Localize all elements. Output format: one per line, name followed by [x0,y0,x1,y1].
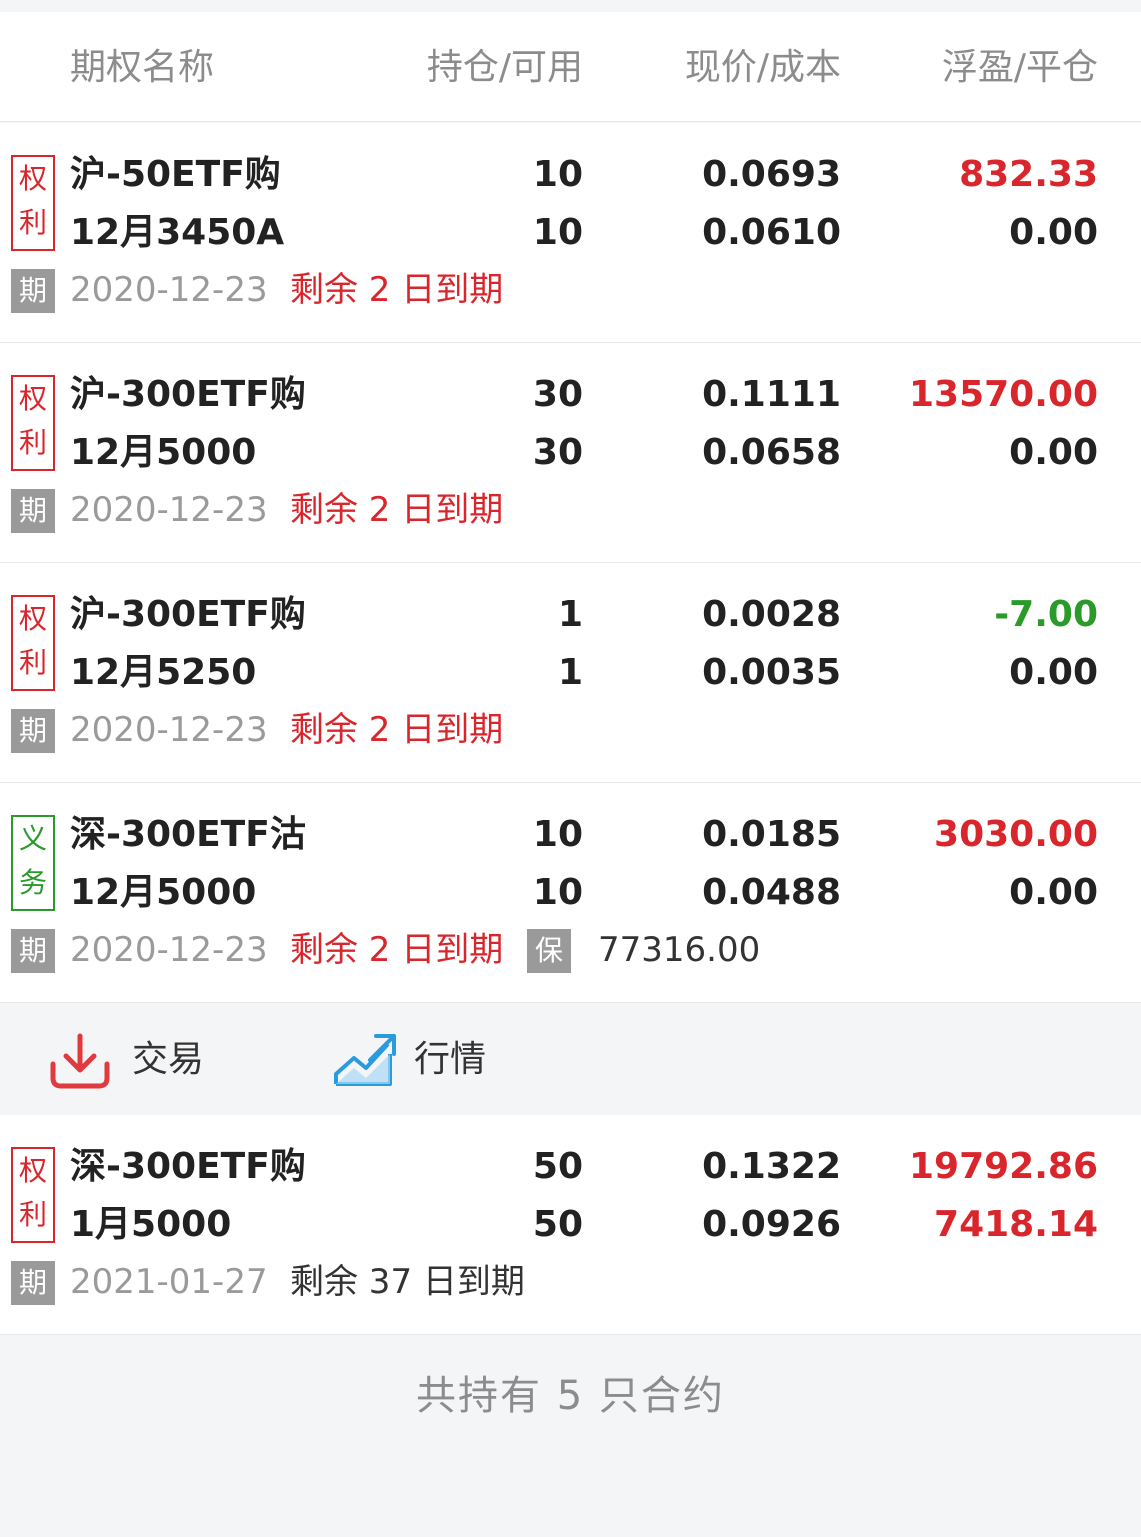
days-remaining: 剩余 2 日到期 [290,930,504,970]
days-remaining: 剩余 2 日到期 [290,270,504,310]
days-remaining: 剩余 37 日到期 [290,1262,525,1302]
expiry-tag: 期 [11,489,55,533]
right-badge: 权利 [11,1147,55,1243]
margin-tag: 保 [527,929,571,973]
quote-label: 行情 [414,1039,487,1080]
days-remaining: 剩余 2 日到期 [290,490,504,530]
holding-value: 10 [532,154,583,195]
positions-page: 期权名称 持仓/可用 现价/成本 浮盈/平仓 权利 沪-50ETF购 12月34… [0,0,1141,1537]
download-icon [50,1033,110,1089]
top-strip [0,0,1141,12]
floating-pnl-value: -7.00 [994,594,1098,635]
expiry-tag: 期 [11,269,55,313]
price-value: 0.0028 [702,594,841,635]
trend-chart-icon [334,1034,396,1086]
option-contract: 12月5000 [70,872,257,913]
price-value: 0.1111 [702,374,841,415]
holding-value: 50 [532,1146,583,1187]
expiry-date: 2020-12-23 [70,710,268,750]
row-action-bar: 交易 行情 [0,1005,1141,1115]
option-name: 沪-300ETF购 [70,594,306,635]
obligation-badge: 义务 [11,815,55,911]
expiry-date: 2020-12-23 [70,270,268,310]
option-contract: 12月5000 [70,432,257,473]
right-badge: 权利 [11,155,55,251]
close-pnl-value: 0.00 [1009,432,1098,473]
floating-pnl-value: 832.33 [959,154,1098,195]
cost-value: 0.0658 [702,432,841,473]
close-pnl-value: 0.00 [1009,212,1098,253]
header-name: 期权名称 [70,47,215,88]
holding-value: 10 [532,814,583,855]
position-row[interactable]: 权利 沪-300ETF购 12月5000 30 30 0.1111 0.0658… [0,343,1141,563]
right-badge: 权利 [11,595,55,691]
trade-label: 交易 [132,1039,205,1080]
option-contract: 12月3450A [70,212,285,253]
position-row[interactable]: 权利 沪-300ETF购 12月5250 1 1 0.0028 0.0035 -… [0,563,1141,783]
header-pnl: 浮盈/平仓 [941,47,1098,88]
close-pnl-value: 0.00 [1009,872,1098,913]
holdings-summary: 共持有 5 只合约 [416,1373,725,1419]
floating-pnl-value: 13570.00 [908,374,1098,415]
expiry-tag: 期 [11,929,55,973]
cost-value: 0.0926 [702,1204,841,1245]
price-value: 0.0693 [702,154,841,195]
option-contract: 1月5000 [70,1204,232,1245]
right-badge: 权利 [11,375,55,471]
option-name: 深-300ETF沽 [70,814,306,855]
floating-pnl-value: 3030.00 [934,814,1098,855]
close-pnl-value: 0.00 [1009,652,1098,693]
expiry-tag: 期 [11,709,55,753]
column-header: 期权名称 持仓/可用 现价/成本 浮盈/平仓 [0,12,1141,122]
header-price: 现价/成本 [684,47,841,88]
option-name: 深-300ETF购 [70,1146,306,1187]
price-value: 0.1322 [702,1146,841,1187]
expiry-date: 2021-01-27 [70,1262,268,1302]
option-name: 沪-50ETF购 [70,154,281,195]
option-name: 沪-300ETF购 [70,374,306,415]
cost-value: 0.0488 [702,872,841,913]
days-remaining: 剩余 2 日到期 [290,710,504,750]
position-row[interactable]: 义务 深-300ETF沽 12月5000 10 10 0.0185 0.0488… [0,783,1141,1003]
cost-value: 0.0035 [702,652,841,693]
position-row[interactable]: 权利 深-300ETF购 1月5000 50 50 0.1322 0.0926 … [0,1115,1141,1335]
close-pnl-value: 7418.14 [934,1204,1098,1245]
available-value: 30 [532,432,583,473]
option-contract: 12月5250 [70,652,257,693]
cost-value: 0.0610 [702,212,841,253]
margin-value: 77316.00 [598,930,761,970]
available-value: 10 [532,212,583,253]
price-value: 0.0185 [702,814,841,855]
available-value: 50 [532,1204,583,1245]
holding-value: 1 [557,594,583,635]
position-row[interactable]: 权利 沪-50ETF购 12月3450A 10 10 0.0693 0.0610… [0,123,1141,343]
header-position: 持仓/可用 [426,47,583,88]
expiry-date: 2020-12-23 [70,930,268,970]
floating-pnl-value: 19792.86 [908,1146,1098,1187]
expiry-tag: 期 [11,1261,55,1305]
holding-value: 30 [532,374,583,415]
available-value: 10 [532,872,583,913]
available-value: 1 [557,652,583,693]
expiry-date: 2020-12-23 [70,490,268,530]
